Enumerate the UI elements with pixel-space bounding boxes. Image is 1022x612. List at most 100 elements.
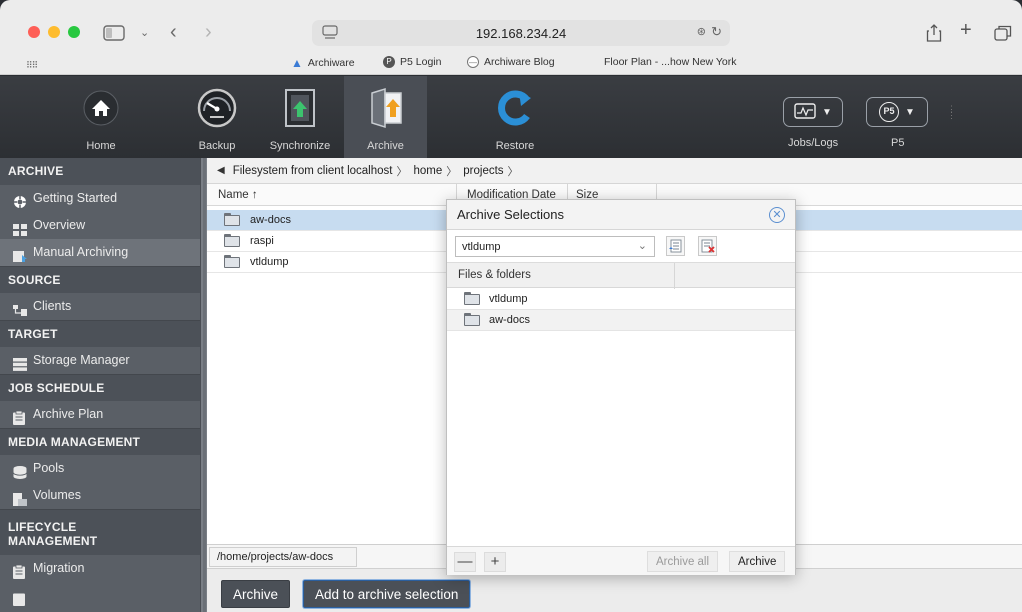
drag-handle-icon[interactable]: ⋮ ⋮ xyxy=(947,105,956,120)
app-toolbar: Home Backup Synchronize Archive Restore … xyxy=(0,76,1022,158)
dialog-footer: — + Archive all Archive xyxy=(447,546,795,575)
sidebar-splitter[interactable] xyxy=(200,158,207,612)
sidebar-item-archive-plan[interactable]: Archive Plan xyxy=(0,401,200,428)
list-item[interactable]: aw-docs xyxy=(447,310,795,331)
toolbar-synchronize[interactable]: Synchronize xyxy=(262,76,338,158)
dialog-header: Archive Selections ✕ xyxy=(447,200,795,230)
sidebar-item-partial[interactable] xyxy=(0,582,200,606)
edit-selection-button[interactable] xyxy=(666,236,685,256)
backup-gauge-icon xyxy=(195,86,239,130)
browser-chrome: ⌄ ‹ › 192.168.234.24 ⊛ ↻ + ⠿⠿ ▲ Archiwar… xyxy=(0,0,1022,75)
caret-down-icon: ▼ xyxy=(822,106,832,118)
p5-logo-icon: P5 xyxy=(879,102,900,122)
current-path: /home/projects/aw-docs xyxy=(209,547,357,567)
archive-selections-dialog: Archive Selections ✕ vtldump ⌄ Files & f… xyxy=(446,199,796,575)
list-item[interactable]: vtldump xyxy=(447,289,795,310)
forward-icon[interactable]: › xyxy=(205,22,212,42)
clipboard-icon xyxy=(13,562,27,579)
database-icon xyxy=(13,462,27,479)
archive-all-button[interactable]: Archive all xyxy=(647,551,719,572)
delete-selection-button[interactable] xyxy=(698,236,717,256)
back-icon[interactable]: ‹ xyxy=(170,22,177,42)
section-archive: ARCHIVE xyxy=(0,158,200,185)
sidebar-item-pools[interactable]: Pools xyxy=(0,455,200,482)
grid-icon[interactable]: ⠿⠿ xyxy=(26,57,38,73)
section-target: TARGET xyxy=(0,320,200,347)
chevron-right-icon: 〉 xyxy=(446,165,458,178)
close-icon[interactable]: ✕ xyxy=(769,207,785,223)
bookmark-p5-login[interactable]: P P5 Login xyxy=(383,56,441,68)
edit-list-icon xyxy=(669,239,682,253)
archive-icon xyxy=(364,86,408,130)
close-window-button[interactable] xyxy=(28,26,40,38)
add-to-archive-selection-button[interactable]: Add to archive selection xyxy=(303,580,471,608)
selection-table-header: Files & folders xyxy=(447,262,795,289)
section-source: SOURCE xyxy=(0,266,200,293)
bookmark-archiware[interactable]: ▲ Archiware xyxy=(291,56,355,70)
dialog-archive-button[interactable]: Archive xyxy=(729,551,786,572)
delete-list-icon xyxy=(701,239,715,253)
lifebuoy-icon xyxy=(13,192,27,208)
column-divider[interactable] xyxy=(674,263,675,289)
sidebar-item-migration[interactable]: Migration xyxy=(0,555,200,582)
triangle-icon: ▲ xyxy=(291,56,303,70)
share-icon[interactable] xyxy=(926,24,942,46)
breadcrumb: ◀ Filesystem from client localhost 〉 home… xyxy=(207,158,1022,184)
zoom-window-button[interactable] xyxy=(68,26,80,38)
sidebar-item-manual-archiving[interactable]: Manual Archiving xyxy=(0,239,200,266)
selection-dropdown[interactable]: vtldump ⌄ xyxy=(455,236,655,257)
bookmark-archiware-blog[interactable]: — Archiware Blog xyxy=(467,56,555,68)
toolbar-archive[interactable]: Archive xyxy=(344,76,427,158)
sidebar-item-storage-manager[interactable]: Storage Manager xyxy=(0,347,200,374)
sidebar-toggle-icon[interactable] xyxy=(103,25,125,45)
add-item-button[interactable]: + xyxy=(484,552,506,572)
new-tab-icon[interactable]: + xyxy=(960,20,972,40)
p5-label: P5 xyxy=(891,137,905,149)
sidebar: ARCHIVE Getting Started Overview Manual … xyxy=(0,158,200,612)
breadcrumb-home[interactable]: home 〉 xyxy=(413,163,457,179)
caret-down-icon: ▼ xyxy=(905,106,915,118)
p5-dropdown[interactable]: P5 ▼ xyxy=(866,97,928,127)
jobs-logs-dropdown[interactable]: ▼ xyxy=(783,97,843,127)
chevron-down-icon[interactable]: ⌄ xyxy=(140,25,149,41)
globe-icon: — xyxy=(467,56,479,68)
chevron-down-icon: ⌄ xyxy=(637,240,647,252)
jobs-logs-label: Jobs/Logs xyxy=(788,137,839,149)
section-lifecycle-management: LIFECYCLE MANAGEMENT xyxy=(0,509,200,555)
sidebar-item-clients[interactable]: Clients xyxy=(0,293,200,320)
column-files-folders[interactable]: Files & folders xyxy=(458,269,531,281)
toolbar-restore[interactable]: Restore xyxy=(480,76,550,158)
folder-icon xyxy=(224,213,240,226)
chevron-right-icon: 〉 xyxy=(507,165,519,178)
column-name[interactable]: Name ↑ xyxy=(218,189,258,201)
bookmark-floor-plan[interactable]: Floor Plan - ...how New York xyxy=(604,56,736,68)
chevron-right-icon: 〉 xyxy=(396,165,408,178)
p5-icon: P xyxy=(383,56,395,68)
toolbar-home[interactable]: Home xyxy=(66,76,136,158)
volume-icon xyxy=(13,489,27,506)
sidebar-item-volumes[interactable]: Volumes xyxy=(0,482,200,509)
toolbar-backup[interactable]: Backup xyxy=(192,76,242,158)
clients-icon xyxy=(13,300,27,316)
translate-icon[interactable]: ⊛ xyxy=(697,25,706,38)
minimize-window-button[interactable] xyxy=(48,26,60,38)
manual-archive-icon xyxy=(13,246,27,262)
clipboard-icon xyxy=(13,408,27,425)
tab-overview-icon[interactable] xyxy=(994,25,1012,45)
back-arrow-icon[interactable]: ◀ xyxy=(217,165,225,176)
folder-icon xyxy=(464,313,480,326)
storage-icon xyxy=(13,354,27,371)
breadcrumb-root[interactable]: Filesystem from client localhost 〉 xyxy=(233,163,408,179)
monitor-icon xyxy=(794,102,816,122)
remove-item-button[interactable]: — xyxy=(454,552,476,572)
home-icon xyxy=(79,86,123,130)
address-bar[interactable]: 192.168.234.24 ⊛ ↻ xyxy=(312,20,730,46)
sidebar-item-getting-started[interactable]: Getting Started xyxy=(0,185,200,212)
breadcrumb-projects[interactable]: projects 〉 xyxy=(463,163,518,179)
archive-button[interactable]: Archive xyxy=(221,580,291,608)
folder-icon xyxy=(224,234,240,247)
overview-icon xyxy=(13,219,27,236)
folder-icon xyxy=(224,255,240,268)
sidebar-item-overview[interactable]: Overview xyxy=(0,212,200,239)
reload-icon[interactable]: ↻ xyxy=(711,24,722,40)
